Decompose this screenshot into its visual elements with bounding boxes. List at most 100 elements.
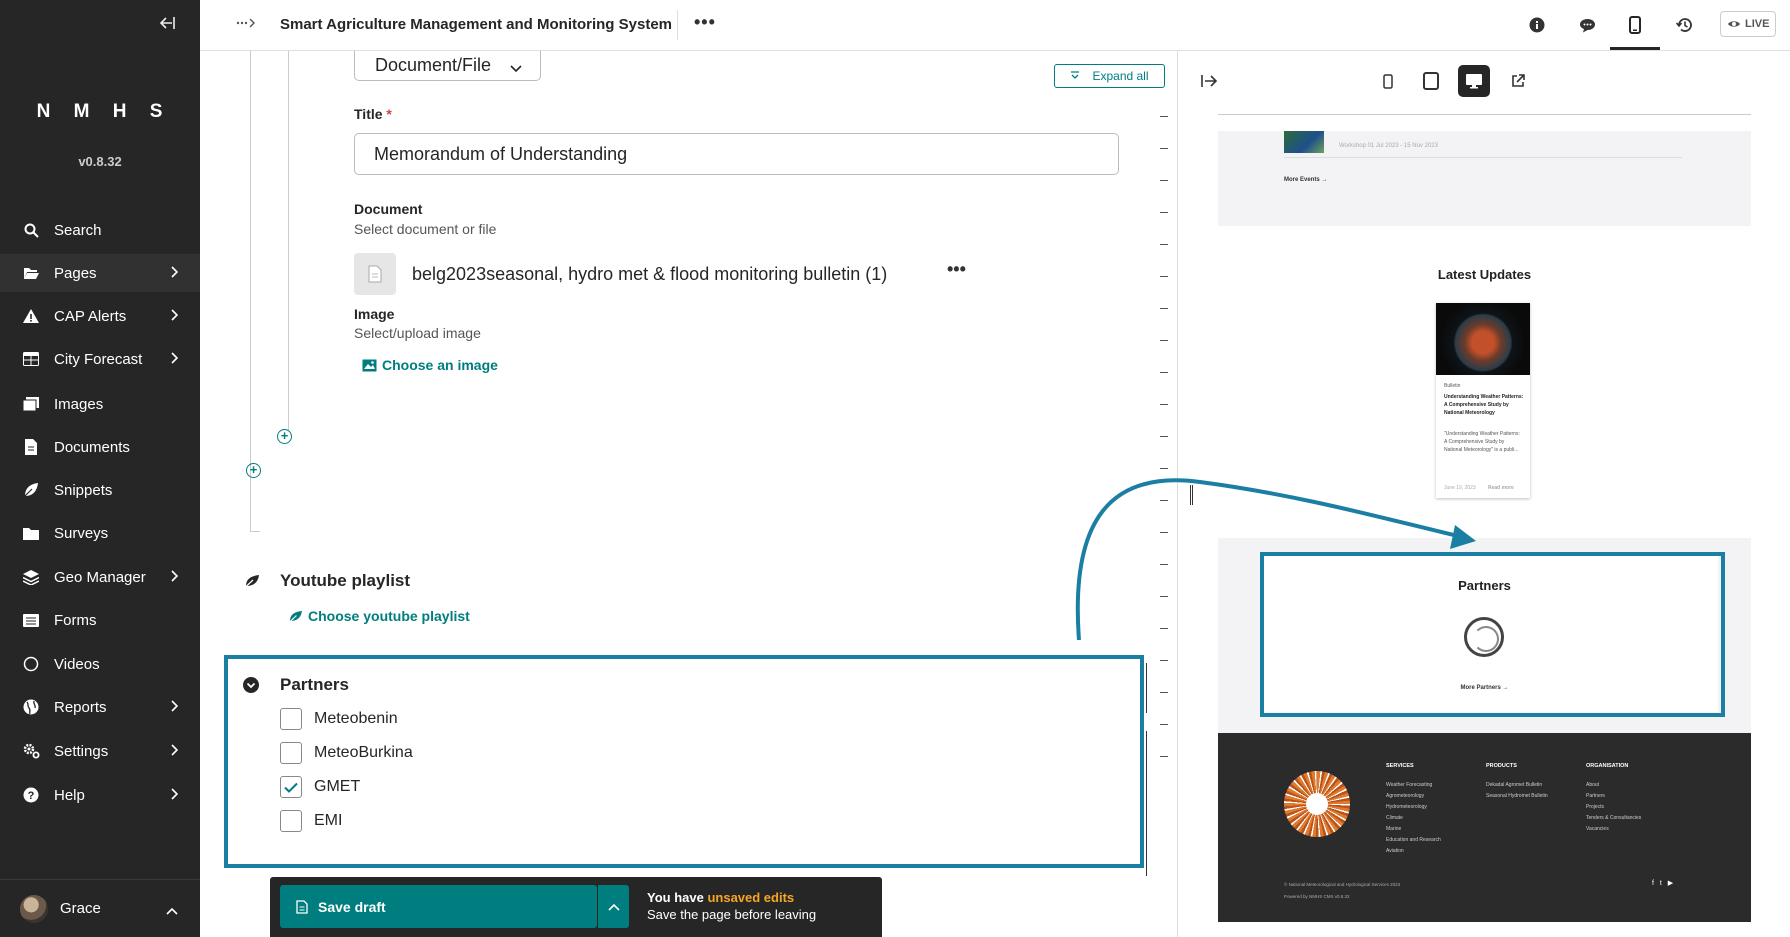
- more-actions-icon[interactable]: •••: [694, 12, 716, 33]
- update-card-title: Understanding Weather Patterns: A Compre…: [1444, 394, 1524, 416]
- inner-rail: [288, 51, 289, 431]
- circle-icon: [22, 655, 40, 673]
- sidebar-item-city-forecast[interactable]: City Forecast: [0, 340, 200, 378]
- comments-icon[interactable]: [1576, 14, 1598, 36]
- sidebar-item-images[interactable]: Images: [0, 385, 200, 423]
- chevron-right-icon: [170, 265, 179, 282]
- leaf-icon: [288, 610, 302, 623]
- sidebar-item-forms[interactable]: Forms: [0, 601, 200, 639]
- search-icon: [22, 221, 40, 239]
- sidebar-item-pages[interactable]: Pages: [0, 254, 200, 292]
- image-field-label: Image: [354, 306, 395, 322]
- version-label: v0.8.32: [78, 154, 122, 169]
- document-field-help: Select document or file: [354, 221, 497, 237]
- sidebar-item-label: Forms: [54, 611, 97, 629]
- social-icons[interactable]: f t ▶: [1652, 879, 1675, 887]
- device-tablet-icon[interactable]: [1415, 65, 1447, 97]
- live-status-button[interactable]: LIVE: [1720, 11, 1777, 37]
- expand-all-button[interactable]: Expand all: [1054, 64, 1165, 88]
- preview-mobile-icon[interactable]: [1610, 14, 1660, 50]
- leaf-icon: [244, 574, 260, 591]
- globe-icon: [22, 698, 40, 716]
- sidebar-item-label: Images: [54, 395, 104, 413]
- page-title[interactable]: Smart Agriculture Management and Monitor…: [280, 16, 672, 33]
- preview-divider: [1218, 114, 1751, 115]
- sidebar-item-snippets[interactable]: Snippets: [0, 471, 200, 509]
- sidebar-item-label: City Forecast: [54, 350, 143, 368]
- device-desktop-icon[interactable]: [1458, 65, 1490, 97]
- title-input[interactable]: Memorandum of Understanding: [354, 133, 1119, 175]
- add-block-icon[interactable]: +: [277, 429, 292, 444]
- sidebar-item-surveys[interactable]: Surveys: [0, 514, 200, 552]
- choose-image-button[interactable]: Choose an image: [362, 357, 498, 373]
- update-card-image: [1436, 303, 1530, 375]
- chevron-right-icon: [170, 351, 179, 368]
- sidebar-item-label: Reports: [54, 698, 107, 716]
- collapse-preview-icon[interactable]: [1201, 74, 1219, 93]
- preview-footer: SERVICES Weather Forecasting Agrometeorol…: [1218, 733, 1751, 922]
- user-name: Grace: [60, 900, 101, 917]
- layers-icon: [22, 568, 40, 586]
- document-file-icon[interactable]: [354, 253, 396, 295]
- expand-all-label: Expand all: [1092, 69, 1149, 83]
- unsaved-highlight: unsaved edits: [707, 890, 795, 905]
- info-icon[interactable]: [1526, 14, 1548, 36]
- sidebar-item-label: Documents: [54, 438, 130, 456]
- table-icon: [22, 350, 40, 368]
- sidebar-item-label: Search: [54, 221, 102, 239]
- resize-handle[interactable]: [1190, 485, 1193, 505]
- sidebar-item-help[interactable]: ? Help: [0, 776, 200, 814]
- update-card-date: June 19, 2023: [1444, 485, 1476, 491]
- scroll-marker: [1146, 663, 1147, 713]
- expand-icon: [1071, 71, 1080, 79]
- footer-services-column: SERVICES Weather Forecasting Agrometeorol…: [1386, 763, 1441, 854]
- document-more-icon[interactable]: •••: [947, 259, 966, 280]
- add-block-icon[interactable]: +: [246, 463, 261, 478]
- image-icon: [362, 359, 377, 371]
- preview-events-section: Workshop 01 Jul 2023 - 15 Nov 2023 More …: [1218, 131, 1751, 226]
- chevron-right-icon: [170, 743, 179, 760]
- document-type-value: Document/File: [375, 55, 492, 75]
- more-events-link[interactable]: More Events →: [1284, 177, 1327, 183]
- document-name[interactable]: belg2023seasonal, hydro met & flood moni…: [412, 264, 887, 285]
- header-divider: [677, 10, 678, 40]
- help-icon: ?: [22, 786, 40, 804]
- breadcrumb-toggle-icon[interactable]: [236, 16, 256, 32]
- partners-highlight: [224, 655, 1144, 868]
- update-card[interactable]: Bulletin Understanding Weather Patterns:…: [1436, 303, 1530, 498]
- sidebar-item-cap-alerts[interactable]: CAP Alerts: [0, 297, 200, 335]
- images-icon: [22, 395, 40, 413]
- sidebar-item-geo-manager[interactable]: Geo Manager: [0, 558, 200, 596]
- nmhs-footer-logo: [1284, 771, 1350, 837]
- sidebar-item-label: Pages: [54, 264, 97, 282]
- collapse-sidebar-icon[interactable]: [158, 16, 176, 35]
- eye-icon: [1728, 21, 1740, 27]
- brand-logo[interactable]: N M H S: [0, 101, 200, 123]
- sidebar-item-label: Geo Manager: [54, 568, 146, 586]
- more-save-actions-button[interactable]: [598, 885, 629, 928]
- read-more-link[interactable]: Read more: [1488, 485, 1514, 491]
- choose-youtube-playlist-button[interactable]: Choose youtube playlist: [288, 608, 470, 624]
- warning-icon: [22, 307, 40, 325]
- footer-copyright: © National Meteorological and Hydrologic…: [1284, 882, 1401, 899]
- image-field-help: Select/upload image: [354, 325, 481, 341]
- sidebar-item-label: Help: [54, 786, 85, 804]
- update-card-description: "Understanding Weather Patterns: A Compr…: [1444, 431, 1520, 453]
- sidebar-item-videos[interactable]: Videos: [0, 645, 200, 683]
- sidebar-item-settings[interactable]: Settings: [0, 732, 200, 770]
- sidebar-item-documents[interactable]: Documents: [0, 428, 200, 466]
- footer-organisation-column: ORGANISATION About Partners Projects Tende…: [1586, 763, 1642, 832]
- user-menu[interactable]: Grace: [0, 879, 200, 937]
- sidebar-item-label: Surveys: [54, 524, 109, 542]
- device-mobile-icon[interactable]: [1372, 65, 1404, 97]
- sidebar-item-reports[interactable]: Reports: [0, 688, 200, 726]
- history-icon[interactable]: [1674, 14, 1696, 36]
- open-in-new-tab-icon[interactable]: [1502, 65, 1534, 97]
- chevron-right-icon: [170, 787, 179, 804]
- document-icon: [296, 899, 308, 914]
- save-draft-button[interactable]: Save draft: [280, 885, 597, 928]
- sidebar-item-label: Videos: [54, 655, 100, 673]
- youtube-playlist-title: Youtube playlist: [280, 571, 411, 590]
- document-type-select[interactable]: Document/File: [354, 51, 541, 81]
- sidebar-item-search[interactable]: Search: [0, 211, 200, 249]
